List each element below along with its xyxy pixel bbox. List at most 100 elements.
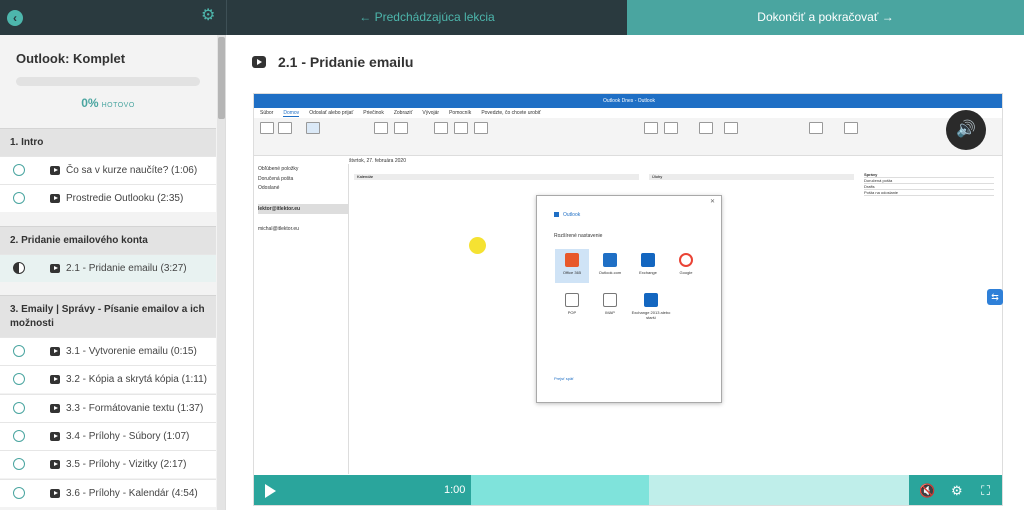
video-icon bbox=[50, 489, 60, 498]
rules-icon bbox=[664, 122, 678, 134]
video-icon bbox=[50, 166, 60, 175]
video-icon bbox=[50, 375, 60, 384]
lesson-item[interactable]: 3.3 - Formátovanie textu (1:37) bbox=[0, 394, 216, 422]
cursor-highlight bbox=[469, 237, 486, 254]
volume-icon[interactable]: 🔊 bbox=[946, 110, 986, 150]
sidebar-scroll-thumb[interactable] bbox=[218, 37, 225, 119]
section-header[interactable]: 2. Pridanie emailového konta bbox=[0, 226, 216, 254]
option-label: Exchange bbox=[639, 270, 657, 275]
lesson-label: 3.3 - Formátovanie textu (1:37) bbox=[66, 403, 204, 414]
read-aloud-icon bbox=[809, 122, 823, 134]
mail-icon bbox=[565, 293, 579, 307]
nav-item: Odoslané bbox=[258, 185, 280, 191]
option-label: Office 365 bbox=[562, 270, 582, 275]
course-progress-text: 0% HOTOVO bbox=[0, 96, 216, 110]
video-icon bbox=[50, 194, 60, 203]
option-google: Google bbox=[669, 249, 703, 283]
lesson-item[interactable]: 3.5 - Prílohy - Vizitky (2:17) bbox=[0, 450, 216, 478]
complete-and-continue-button[interactable]: Dokončiť a pokračovať → bbox=[627, 0, 1024, 35]
video-icon bbox=[50, 264, 60, 273]
video-time: 1:00 bbox=[444, 484, 466, 496]
ribbon-tab: Zobraziť bbox=[393, 110, 413, 116]
account-setup-dialog: ✕ Outlook Rozšírené nastavenie Office 36… bbox=[536, 195, 722, 403]
lesson-in-progress-icon bbox=[13, 262, 25, 274]
move-icon bbox=[644, 122, 658, 134]
video-icon bbox=[252, 56, 266, 68]
mute-icon[interactable]: 🔇 bbox=[919, 483, 935, 499]
lesson-item[interactable]: Čo sa v kurze naučíte? (1:06) bbox=[0, 156, 216, 184]
lesson-item[interactable]: 3.2 - Kópia a skrytá kópia (1:11) bbox=[0, 365, 216, 393]
lesson-label: Prostredie Outlooku (2:35) bbox=[66, 193, 184, 204]
lesson-status-icon bbox=[13, 192, 25, 204]
course-progress-bar bbox=[16, 77, 200, 86]
delete-icon bbox=[374, 122, 388, 134]
previous-lesson-button[interactable]: ← Predchádzajúca lekcia bbox=[226, 0, 627, 35]
flag-icon bbox=[724, 122, 738, 134]
lesson-item[interactable]: Prostredie Outlooku (2:35) bbox=[0, 184, 216, 212]
video-control-buttons: 🔇 ⚙ ⛶ bbox=[909, 475, 1002, 505]
mail-icon bbox=[603, 293, 617, 307]
reply-icon bbox=[434, 122, 448, 134]
ribbon-tab: Pomocník bbox=[449, 110, 472, 116]
option-label: POP bbox=[567, 310, 577, 315]
outlook-folder-pane: Obľúbené položky Doručená pošta Odoslané… bbox=[254, 164, 349, 474]
new-items-icon bbox=[278, 122, 292, 134]
video-icon bbox=[50, 404, 60, 413]
gear-icon[interactable]: ⚙ bbox=[201, 8, 217, 24]
lesson-status-icon bbox=[13, 164, 25, 176]
video-icon bbox=[50, 432, 60, 441]
tasks-column-header: Úlohy bbox=[649, 174, 854, 180]
section-title: 1. Intro bbox=[10, 137, 44, 148]
close-icon: ✕ bbox=[709, 199, 715, 205]
dialog-subtitle: Rozšírené nastavenie bbox=[554, 233, 603, 239]
outlook-ribbon-tabs: Súbor Domov Odoslať alebo prijať Priečin… bbox=[254, 108, 1002, 118]
lesson-item[interactable]: 3.1 - Vytvorenie emailu (0:15) bbox=[0, 337, 216, 365]
option-exchange: Exchange bbox=[631, 249, 665, 283]
google-icon bbox=[679, 253, 693, 267]
video-icon bbox=[50, 460, 60, 469]
lesson-label: Čo sa v kurze naučíte? (1:06) bbox=[66, 165, 198, 176]
option-outlookcom: Outlook.com bbox=[593, 249, 627, 283]
translate-icon[interactable]: ⇆ bbox=[987, 289, 1003, 305]
lesson-status-icon bbox=[13, 373, 25, 385]
section-title: 2. Pridanie emailového konta bbox=[10, 235, 148, 246]
lesson-status-icon bbox=[13, 402, 25, 414]
exchange-icon bbox=[644, 293, 658, 307]
video-progress-buffer[interactable] bbox=[471, 475, 649, 505]
section-header[interactable]: 3. Emaily | Správy - Písanie emailov a i… bbox=[0, 295, 216, 337]
outlook-titlebar: Outlook Dnes - Outlook bbox=[254, 94, 1002, 108]
new-email-icon bbox=[260, 122, 274, 134]
nav-account: lektor@itlektor.eu bbox=[258, 204, 348, 214]
video-player[interactable]: Outlook Dnes - Outlook Súbor Domov Odosl… bbox=[253, 93, 1003, 506]
exchange-icon bbox=[641, 253, 655, 267]
outlook-icon bbox=[554, 212, 559, 218]
ribbon-tab: Priečinok bbox=[363, 110, 384, 116]
play-icon[interactable] bbox=[262, 483, 278, 499]
go-back-link: Prejsť späť bbox=[554, 376, 574, 381]
option-exchange-2013: Exchange 2013 alebo starší bbox=[631, 289, 671, 323]
option-label: Exchange 2013 alebo starší bbox=[631, 310, 671, 320]
video-progress-track[interactable] bbox=[649, 475, 909, 505]
lesson-item[interactable]: 3.4 - Prílohy - Súbory (1:07) bbox=[0, 422, 216, 450]
lesson-status-icon bbox=[13, 345, 25, 357]
calendar-column-header: Kalendár bbox=[354, 174, 639, 180]
dialog-app-name: Outlook bbox=[563, 212, 581, 218]
course-sidebar: Outlook: Komplet 0% HOTOVO 1. Intro Čo sa… bbox=[0, 35, 226, 510]
fullscreen-icon[interactable]: ⛶ bbox=[981, 483, 990, 499]
section-header[interactable]: 1. Intro bbox=[0, 128, 216, 156]
lesson-label: 3.2 - Kópia a skrytá kópia (1:11) bbox=[66, 374, 207, 385]
collapse-sidebar-icon[interactable]: ‹ bbox=[7, 10, 23, 26]
unread-icon bbox=[699, 122, 713, 134]
office365-icon bbox=[565, 253, 579, 267]
nav-item: Obľúbené položky bbox=[258, 166, 299, 172]
forward-icon bbox=[474, 122, 488, 134]
new-meeting-icon bbox=[306, 122, 320, 134]
ribbon-tab: Súbor bbox=[260, 110, 274, 116]
lesson-status-icon bbox=[13, 458, 25, 470]
lesson-item-active[interactable]: 2.1 - Pridanie emailu (3:27) bbox=[0, 254, 216, 282]
lesson-item[interactable]: 3.6 - Prílohy - Kalendár (4:54) bbox=[0, 479, 216, 507]
ribbon-tab: Vývojár bbox=[422, 110, 440, 116]
lesson-label: 3.1 - Vytvorenie emailu (0:15) bbox=[66, 346, 197, 357]
settings-icon[interactable]: ⚙ bbox=[951, 483, 963, 499]
send-receive-icon bbox=[844, 122, 858, 134]
